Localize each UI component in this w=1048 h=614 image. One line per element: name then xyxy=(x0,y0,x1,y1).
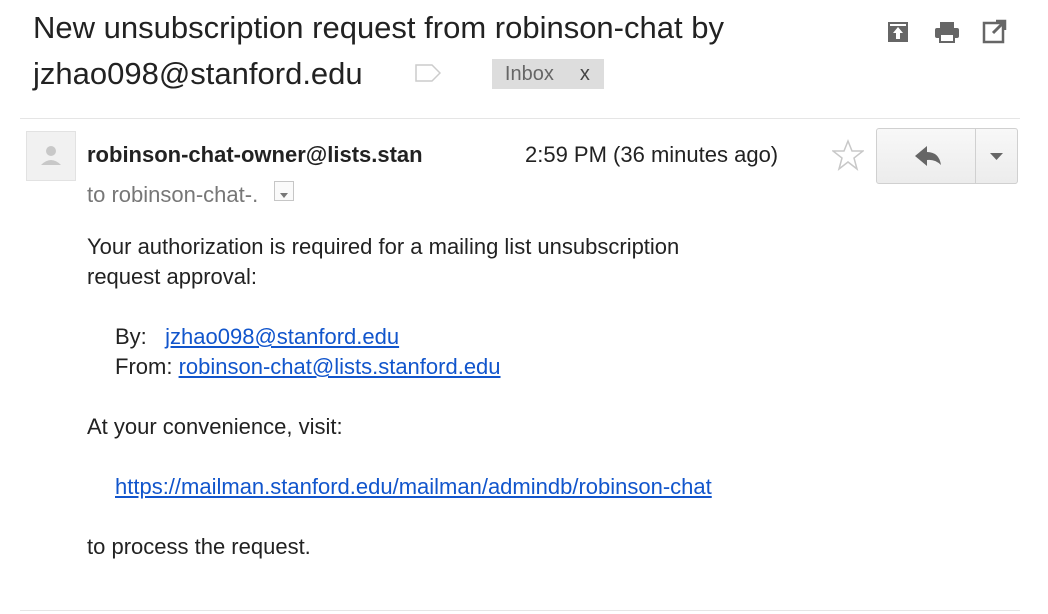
reply-button[interactable] xyxy=(877,129,975,183)
visit-line: At your convenience, visit: xyxy=(87,414,343,439)
inbox-label-chip: Inbox x xyxy=(491,59,604,89)
show-details-toggle[interactable] xyxy=(274,181,295,201)
by-row: By: jzhao098@stanford.edu xyxy=(87,322,987,352)
star-icon[interactable] xyxy=(830,138,866,171)
label-icon[interactable] xyxy=(415,50,442,82)
recipients-line: to robinson-chat-. xyxy=(87,180,295,210)
message-body: Your authorization is required for a mai… xyxy=(87,232,987,562)
footer-divider xyxy=(20,610,1020,611)
print-icon[interactable] xyxy=(932,18,960,46)
chevron-down-icon[interactable] xyxy=(976,129,1017,183)
from-label: From: xyxy=(115,354,173,379)
email-subject: New unsubscription request from robinson… xyxy=(33,6,853,96)
by-label: By: xyxy=(115,324,147,349)
inbox-label: Inbox xyxy=(504,63,554,85)
subject-text: New unsubscription request from robinson… xyxy=(33,10,724,91)
body-line: Your authorization is required for a mai… xyxy=(87,234,680,259)
closing-line: to process the request. xyxy=(87,534,311,559)
recipients-text: to robinson-chat-. xyxy=(87,182,259,207)
from-email-link[interactable]: robinson-chat@lists.stanford.edu xyxy=(179,354,501,379)
pop-out-icon[interactable] xyxy=(980,18,1008,46)
message-timestamp: 2:59 PM (36 minutes ago) xyxy=(525,142,779,167)
header-divider xyxy=(20,118,1020,119)
body-line: request approval: xyxy=(87,264,257,289)
sender-name[interactable]: robinson-chat-owner@lists.stan xyxy=(87,140,475,170)
open-in-new-window-icon[interactable] xyxy=(884,18,912,46)
admin-link-row: https://mailman.stanford.edu/mailman/adm… xyxy=(87,472,987,502)
thread-toolbar xyxy=(884,18,1024,48)
default-avatar-icon xyxy=(26,131,76,181)
admin-link[interactable]: https://mailman.stanford.edu/mailman/adm… xyxy=(115,474,712,499)
from-row: From: robinson-chat@lists.stanford.edu xyxy=(87,352,987,382)
by-email-link[interactable]: jzhao098@stanford.edu xyxy=(165,324,399,349)
remove-label-button[interactable]: x xyxy=(580,63,590,85)
reply-button-group xyxy=(876,128,1018,184)
